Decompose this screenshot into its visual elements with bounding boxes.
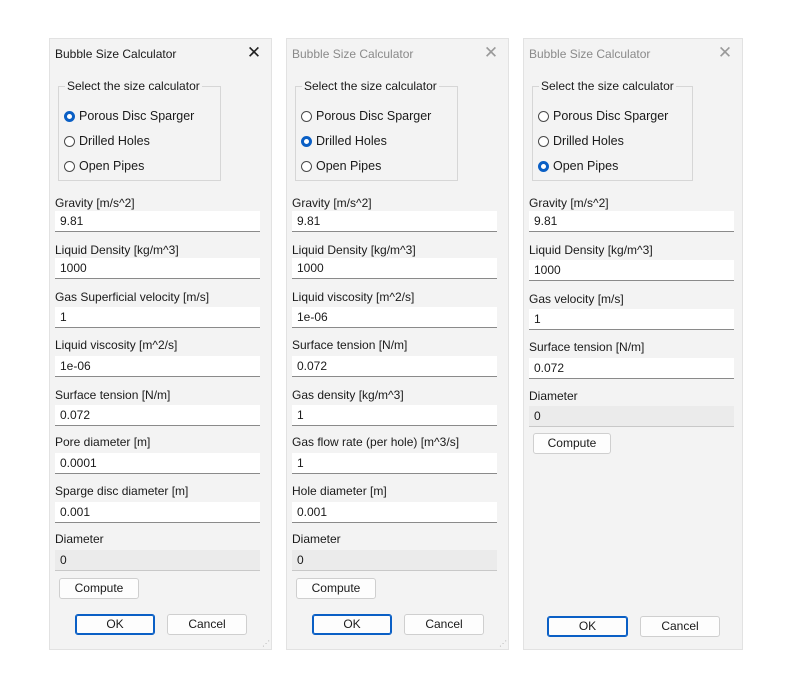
- liquid-density-input[interactable]: 1000: [529, 260, 734, 281]
- close-icon[interactable]: ✕: [480, 42, 502, 64]
- radio-label: Porous Disc Sparger: [316, 109, 432, 123]
- cancel-button[interactable]: Cancel: [640, 616, 720, 637]
- calculator-type-group: Select the size calculator Porous Disc S…: [295, 79, 458, 181]
- radio-open-pipes[interactable]: Open Pipes: [301, 157, 381, 175]
- radio-selected-icon: [64, 110, 75, 122]
- radio-label: Drilled Holes: [79, 134, 150, 148]
- radio-label: Porous Disc Sparger: [553, 109, 669, 123]
- resize-grip-icon[interactable]: ⋰: [499, 640, 507, 648]
- liquid-density-label: Liquid Density [kg/m^3]: [529, 243, 653, 257]
- compute-button[interactable]: Compute: [533, 433, 611, 454]
- radio-porous-disc-sparger[interactable]: Porous Disc Sparger: [64, 107, 194, 125]
- pore-diameter-label: Pore diameter [m]: [55, 435, 151, 449]
- sparge-disc-diameter-label: Sparge disc diameter [m]: [55, 484, 189, 498]
- radio-unselected-icon: [538, 110, 549, 122]
- radio-unselected-icon: [64, 135, 75, 147]
- hole-diameter-input[interactable]: 0.001: [292, 502, 497, 523]
- close-icon[interactable]: ✕: [714, 42, 736, 64]
- radio-selected-icon: [538, 160, 549, 172]
- gas-velocity-input[interactable]: 1: [529, 309, 734, 330]
- compute-button[interactable]: Compute: [296, 578, 376, 599]
- radio-unselected-icon: [64, 160, 75, 172]
- window-title: Bubble Size Calculator: [55, 47, 177, 61]
- radio-label: Drilled Holes: [316, 134, 387, 148]
- radio-drilled-holes[interactable]: Drilled Holes: [301, 132, 387, 150]
- gravity-label: Gravity [m/s^2]: [529, 196, 609, 210]
- liquid-density-label: Liquid Density [kg/m^3]: [55, 243, 179, 257]
- diameter-output: 0: [529, 406, 734, 427]
- radio-unselected-icon: [538, 135, 549, 147]
- gas-flow-rate-label: Gas flow rate (per hole) [m^3/s]: [292, 435, 460, 449]
- gravity-label: Gravity [m/s^2]: [292, 196, 372, 210]
- pore-diameter-input[interactable]: 0.0001: [55, 453, 260, 474]
- liquid-viscosity-label: Liquid viscosity [m^2/s]: [292, 290, 415, 304]
- gravity-input[interactable]: 9.81: [529, 211, 734, 232]
- sparge-disc-diameter-input[interactable]: 0.001: [55, 502, 260, 523]
- radio-porous-disc-sparger[interactable]: Porous Disc Sparger: [538, 107, 668, 125]
- group-title: Select the size calculator: [302, 79, 439, 93]
- surface-tension-input[interactable]: 0.072: [55, 405, 260, 426]
- gas-superficial-velocity-input[interactable]: 1: [55, 307, 260, 328]
- radio-unselected-icon: [301, 160, 312, 172]
- compute-button[interactable]: Compute: [59, 578, 139, 599]
- gas-flow-rate-input[interactable]: 1: [292, 453, 497, 474]
- radio-porous-disc-sparger[interactable]: Porous Disc Sparger: [301, 107, 431, 125]
- radio-open-pipes[interactable]: Open Pipes: [64, 157, 144, 175]
- diameter-label: Diameter: [529, 389, 578, 403]
- ok-button[interactable]: OK: [312, 614, 392, 635]
- radio-drilled-holes[interactable]: Drilled Holes: [64, 132, 150, 150]
- group-title: Select the size calculator: [65, 79, 202, 93]
- close-icon[interactable]: ✕: [243, 42, 265, 64]
- liquid-viscosity-input[interactable]: 1e-06: [55, 356, 260, 377]
- title-bar[interactable]: Bubble Size Calculator ✕: [50, 39, 271, 69]
- gas-density-input[interactable]: 1: [292, 405, 497, 426]
- dialog-drilled-holes: Bubble Size Calculator ✕ Select the size…: [286, 38, 509, 650]
- calculator-type-group: Select the size calculator Porous Disc S…: [532, 79, 693, 181]
- radio-label: Porous Disc Sparger: [79, 109, 195, 123]
- cancel-button[interactable]: Cancel: [404, 614, 484, 635]
- surface-tension-label: Surface tension [N/m]: [55, 388, 171, 402]
- radio-unselected-icon: [301, 110, 312, 122]
- radio-open-pipes[interactable]: Open Pipes: [538, 157, 618, 175]
- window-title: Bubble Size Calculator: [529, 47, 651, 61]
- gravity-input[interactable]: 9.81: [55, 211, 260, 232]
- diameter-label: Diameter: [55, 532, 104, 546]
- surface-tension-label: Surface tension [N/m]: [529, 340, 645, 354]
- title-bar[interactable]: Bubble Size Calculator ✕: [287, 39, 508, 69]
- window-title: Bubble Size Calculator: [292, 47, 414, 61]
- liquid-density-label: Liquid Density [kg/m^3]: [292, 243, 416, 257]
- cancel-button[interactable]: Cancel: [167, 614, 247, 635]
- hole-diameter-label: Hole diameter [m]: [292, 484, 387, 498]
- gravity-input[interactable]: 9.81: [292, 211, 497, 232]
- surface-tension-input[interactable]: 0.072: [529, 358, 734, 379]
- ok-button[interactable]: OK: [547, 616, 628, 637]
- group-title: Select the size calculator: [539, 79, 676, 93]
- diameter-output: 0: [292, 550, 497, 571]
- dialog-open-pipes: Bubble Size Calculator ✕ Select the size…: [523, 38, 743, 650]
- liquid-density-input[interactable]: 1000: [292, 258, 497, 279]
- radio-label: Drilled Holes: [553, 134, 624, 148]
- liquid-viscosity-label: Liquid viscosity [m^2/s]: [55, 338, 178, 352]
- liquid-density-input[interactable]: 1000: [55, 258, 260, 279]
- radio-label: Open Pipes: [79, 159, 145, 173]
- ok-button[interactable]: OK: [75, 614, 155, 635]
- gravity-label: Gravity [m/s^2]: [55, 196, 135, 210]
- resize-grip-icon[interactable]: ⋰: [262, 640, 270, 648]
- gas-density-label: Gas density [kg/m^3]: [292, 388, 404, 402]
- surface-tension-label: Surface tension [N/m]: [292, 338, 408, 352]
- radio-label: Open Pipes: [316, 159, 382, 173]
- calculator-type-group: Select the size calculator Porous Disc S…: [58, 79, 221, 181]
- gas-superficial-velocity-label: Gas Superficial velocity [m/s]: [55, 290, 210, 304]
- radio-selected-icon: [301, 135, 312, 147]
- diameter-label: Diameter: [292, 532, 341, 546]
- radio-drilled-holes[interactable]: Drilled Holes: [538, 132, 624, 150]
- gas-velocity-label: Gas velocity [m/s]: [529, 292, 624, 306]
- title-bar[interactable]: Bubble Size Calculator ✕: [524, 39, 742, 69]
- surface-tension-input[interactable]: 0.072: [292, 356, 497, 377]
- diameter-output: 0: [55, 550, 260, 571]
- dialog-porous-disc: Bubble Size Calculator ✕ Select the size…: [49, 38, 272, 650]
- radio-label: Open Pipes: [553, 159, 619, 173]
- liquid-viscosity-input[interactable]: 1e-06: [292, 307, 497, 328]
